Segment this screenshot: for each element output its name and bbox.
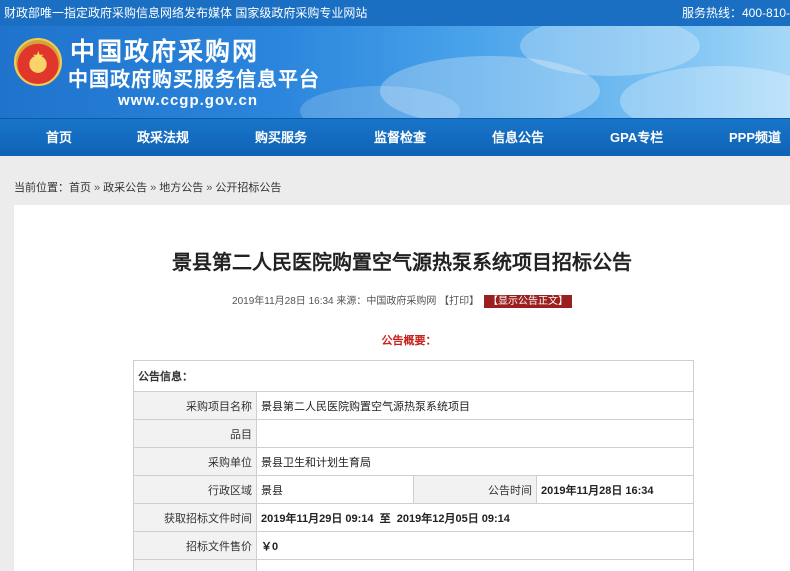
table-row: 采购单位 景县卫生和计划生育局 (133, 447, 694, 476)
doc-price-label: 招标文件售价 (133, 531, 257, 560)
doc-price-value: ￥0 (256, 531, 694, 560)
project-name-label: 采购项目名称 (133, 391, 257, 420)
table-row: 获取招标文件时间 2019年11月29日 09:14 至 2019年12月05日… (133, 503, 694, 532)
summary-label: 公告概要： (381, 335, 437, 347)
purchaser-value: 景县卫生和计划生育局 (256, 447, 694, 476)
purchaser-label: 采购单位 (133, 447, 257, 476)
page-title: 景县第二人民医院购置空气源热泵系统项目招标公告 (172, 252, 632, 274)
site-logo-title[interactable]: 中国政府采购网 (70, 38, 259, 66)
region-value: 景县 (256, 475, 414, 504)
table-row: 采购项目名称 景县第二人民医院购置空气源热泵系统项目 (133, 391, 694, 420)
site-logo-subtitle: 中国政府购买服务信息平台 (68, 69, 320, 91)
breadcrumb-local[interactable]: 地方公告 (159, 182, 203, 194)
breadcrumb-prefix: 当前位置： (14, 182, 69, 194)
breadcrumb-open-tender[interactable]: 公开招标公告 (215, 182, 281, 194)
site-slogan: 财政部唯一指定政府采购信息网络发布媒体 国家级政府采购专业网站 (4, 6, 368, 20)
nav-item-announcements[interactable]: 信息公告 (492, 119, 544, 157)
table-cell-empty (133, 559, 257, 571)
show-content-button[interactable]: 【显示公告正文】 (483, 295, 572, 308)
table-row (133, 559, 694, 571)
table-row: 招标文件售价 ￥0 (133, 531, 694, 560)
region-label: 行政区域 (133, 475, 257, 504)
nav-item-gpa[interactable]: GPA专栏 (610, 119, 663, 157)
main-nav: 首页 政采法规 购买服务 监督检查 信息公告 GPA专栏 PPP频道 (0, 118, 790, 156)
breadcrumb-separator: » (206, 182, 213, 194)
nav-item-regulations[interactable]: 政采法规 (137, 119, 189, 157)
breadcrumb: 当前位置：首页» 政采公告» 地方公告» 公开招标公告 (14, 179, 281, 195)
project-name-value: 景县第二人民医院购置空气源热泵系统项目 (256, 391, 694, 420)
table-row: 行政区域 景县 公告时间 2019年11月28日 16:34 (133, 475, 694, 504)
national-emblem-icon[interactable]: ★ (14, 38, 62, 86)
doc-time-value: 2019年11月29日 09:14 至 2019年12月05日 09:14 (256, 503, 694, 532)
nav-item-home[interactable]: 首页 (46, 119, 72, 157)
nav-item-ppp[interactable]: PPP频道 (729, 119, 781, 157)
article-panel: 景县第二人民医院购置空气源热泵系统项目招标公告 2019年11月28日 16:3… (14, 205, 790, 571)
nav-item-supervision[interactable]: 监督检查 (374, 119, 426, 157)
service-hotline: 服务热线：400-810- (682, 6, 790, 20)
nav-item-purchase-services[interactable]: 购买服务 (255, 119, 307, 157)
table-cell-empty (256, 559, 694, 571)
table-row: 品目 (133, 419, 694, 448)
top-bar: 财政部唯一指定政府采购信息网络发布媒体 国家级政府采购专业网站 服务热线：400… (0, 0, 790, 26)
breadcrumb-separator: » (150, 182, 157, 194)
cloud-decoration (620, 66, 790, 118)
article-meta: 2019年11月28日 16:34 来源：中国政府采购网 【打印】 【显示公告正… (14, 292, 790, 308)
category-label: 品目 (133, 419, 257, 448)
article-source: 来源：中国政府采购网 (336, 296, 437, 307)
category-value (256, 419, 694, 448)
site-url: www.ccgp.gov.cn (118, 92, 259, 109)
print-link[interactable]: 【打印】 (439, 296, 479, 307)
breadcrumb-procurement[interactable]: 政采公告 (103, 182, 147, 194)
table-section-heading: 公告信息： (133, 360, 694, 392)
breadcrumb-home[interactable]: 首页 (69, 182, 91, 194)
site-banner: ★ 中国政府采购网 中国政府购买服务信息平台 www.ccgp.gov.cn (0, 26, 790, 118)
table-row: 公告信息： (133, 360, 694, 392)
publish-time-label: 公告时间 (413, 475, 537, 504)
publish-time-value: 2019年11月28日 16:34 (536, 475, 694, 504)
doc-time-label: 获取招标文件时间 (133, 503, 257, 532)
publish-date: 2019年11月28日 16:34 (232, 296, 334, 307)
breadcrumb-separator: » (94, 182, 101, 194)
announcement-info-table: 公告信息： 采购项目名称 景县第二人民医院购置空气源热泵系统项目 品目 采购单位… (133, 360, 694, 571)
